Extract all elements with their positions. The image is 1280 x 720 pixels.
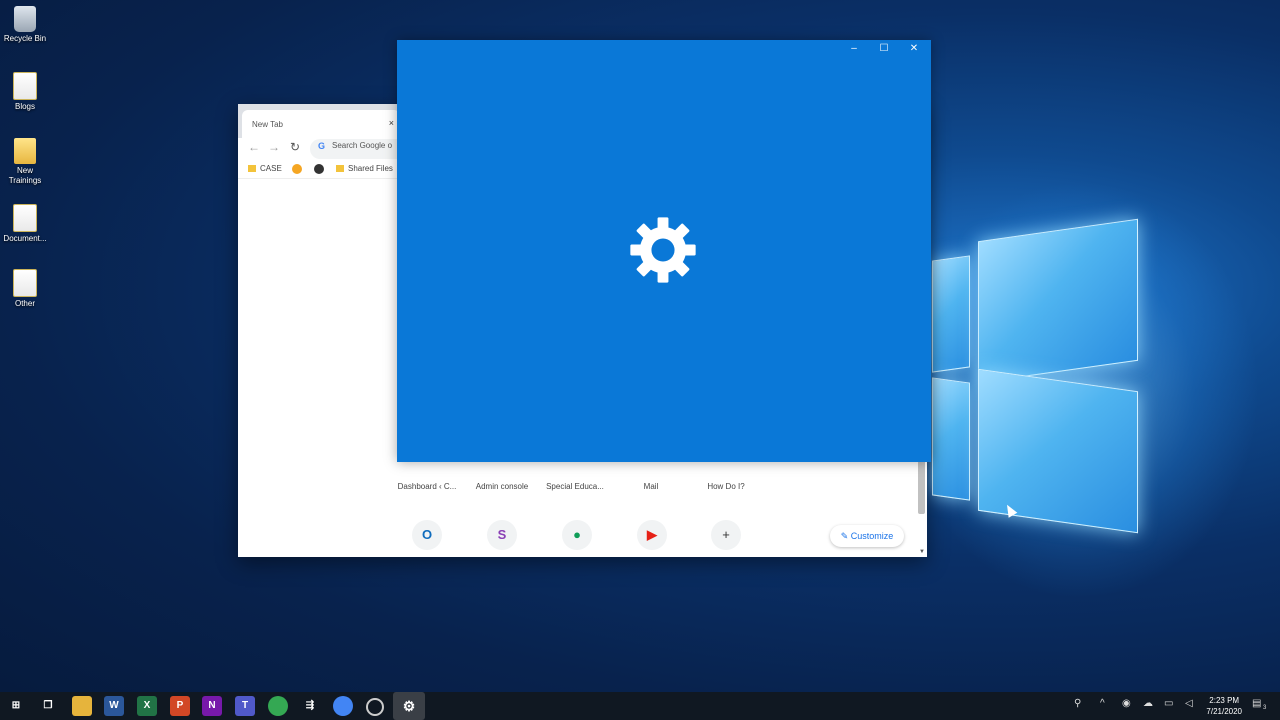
- windows-logo-pane: [978, 368, 1138, 534]
- pencil-icon: ✎: [840, 531, 849, 541]
- hangouts-chat-icon[interactable]: ●: [562, 520, 592, 550]
- desktop-icon-label: Recycle Bin: [3, 34, 47, 43]
- app-icon[interactable]: ⇶: [300, 696, 320, 716]
- folder-icon: [13, 72, 37, 100]
- windows-logo-pane: [978, 218, 1138, 384]
- desktop-icon-new-trainings[interactable]: New Trainings: [2, 138, 48, 186]
- tile-label[interactable]: Mail: [616, 482, 686, 491]
- tab-title: New Tab: [252, 120, 283, 129]
- onenote-icon[interactable]: N: [202, 696, 222, 716]
- x-bookmark-icon: [292, 164, 302, 174]
- volume-icon[interactable]: ◁: [1185, 698, 1193, 709]
- people-icon[interactable]: ⚲: [1074, 698, 1081, 709]
- taskbar: ⊞ ❐ W X P N T ⇶ ⚙ ⚲ ^ ◉ ☁ ▭ ◁ 2:23 PM 7/…: [0, 692, 1280, 720]
- youtube-icon[interactable]: ▶: [637, 520, 667, 550]
- recycle-bin-icon: [14, 6, 36, 32]
- bookmark-label: Shared Files: [348, 164, 393, 173]
- chrome-icon[interactable]: [268, 696, 288, 716]
- tab-close-icon[interactable]: ×: [389, 118, 394, 128]
- scroll-down-icon[interactable]: ▼: [919, 549, 925, 555]
- desktop-icon-documents[interactable]: Document...: [2, 204, 48, 244]
- tile-label[interactable]: Admin console: [467, 482, 537, 491]
- network-icon[interactable]: ▭: [1164, 698, 1173, 709]
- desktop-icon-blogs[interactable]: Blogs: [2, 72, 48, 112]
- desktop-icon-recycle-bin[interactable]: Recycle Bin: [2, 6, 48, 44]
- windows-logo-pane: [932, 377, 970, 501]
- tile-label[interactable]: How Do I?: [691, 482, 761, 491]
- bookmark-linkedin[interactable]: [314, 164, 324, 174]
- clock-date: 7/21/2020: [1206, 707, 1242, 716]
- scrollbar[interactable]: [918, 459, 925, 514]
- screencastify-icon[interactable]: S: [487, 520, 517, 550]
- tab-new-tab[interactable]: New Tab ×: [242, 110, 400, 138]
- folder-icon: [13, 269, 37, 297]
- notification-icon[interactable]: ▤: [1252, 698, 1261, 709]
- bookmark-case[interactable]: CASE: [248, 164, 282, 173]
- cloud-icon[interactable]: ☁: [1143, 698, 1153, 709]
- bookmark-shared-files[interactable]: Shared Files: [336, 164, 393, 173]
- gear-icon: [630, 217, 696, 283]
- desktop-icon-label: Blogs: [14, 102, 35, 111]
- bookmark-x[interactable]: [292, 164, 302, 174]
- clock-time: 2:23 PM: [1209, 696, 1240, 705]
- settings-icon[interactable]: ⚙: [393, 692, 425, 720]
- clock[interactable]: 2:23 PM 7/21/2020: [1206, 695, 1242, 717]
- chevron-up-icon[interactable]: ^: [1100, 698, 1105, 709]
- file-explorer-icon[interactable]: [72, 696, 92, 716]
- desktop-icon-other[interactable]: Other: [2, 269, 48, 309]
- desktop-icon-label: New Trainings: [8, 166, 42, 185]
- outlook-icon[interactable]: O: [412, 520, 442, 550]
- bookmark-label: CASE: [260, 164, 282, 173]
- reload-icon[interactable]: ↻: [290, 140, 300, 154]
- chrome-icon[interactable]: [333, 696, 353, 716]
- minimize-button[interactable]: –: [839, 43, 869, 54]
- customize-label: Customize: [850, 531, 894, 541]
- powerpoint-icon[interactable]: P: [170, 696, 190, 716]
- record-icon[interactable]: ◉: [1122, 698, 1131, 709]
- google-icon: G: [318, 141, 326, 151]
- windows-logo-pane: [932, 255, 970, 373]
- obs-icon[interactable]: [366, 698, 384, 716]
- notification-count: 3: [1263, 705, 1267, 711]
- customize-button[interactable]: ✎ Customize: [830, 525, 904, 547]
- teams-icon[interactable]: T: [235, 696, 255, 716]
- start-icon[interactable]: ⊞: [6, 696, 26, 716]
- task-view-icon[interactable]: ❐: [38, 696, 58, 716]
- linkedin-icon: [314, 164, 324, 174]
- maximize-button[interactable]: ☐: [869, 43, 899, 54]
- tile-label[interactable]: Special Educa...: [540, 482, 610, 491]
- excel-icon[interactable]: X: [137, 696, 157, 716]
- omnibox-placeholder: Search Google o: [332, 141, 393, 150]
- desktop-icon-label: Document...: [3, 234, 47, 243]
- settings-window[interactable]: – ☐ ✕: [397, 40, 931, 462]
- back-icon[interactable]: ←: [248, 140, 260, 154]
- folder-icon: [13, 204, 37, 232]
- close-button[interactable]: ✕: [899, 43, 929, 54]
- add-shortcut-icon[interactable]: +: [711, 520, 741, 550]
- desktop-icon-label: Other: [14, 299, 35, 308]
- word-icon[interactable]: W: [104, 696, 124, 716]
- tile-label[interactable]: Dashboard ‹ C...: [392, 482, 462, 491]
- folder-icon: [248, 165, 256, 172]
- folder-icon: [14, 138, 36, 164]
- folder-icon: [336, 165, 344, 172]
- forward-icon[interactable]: →: [268, 140, 280, 154]
